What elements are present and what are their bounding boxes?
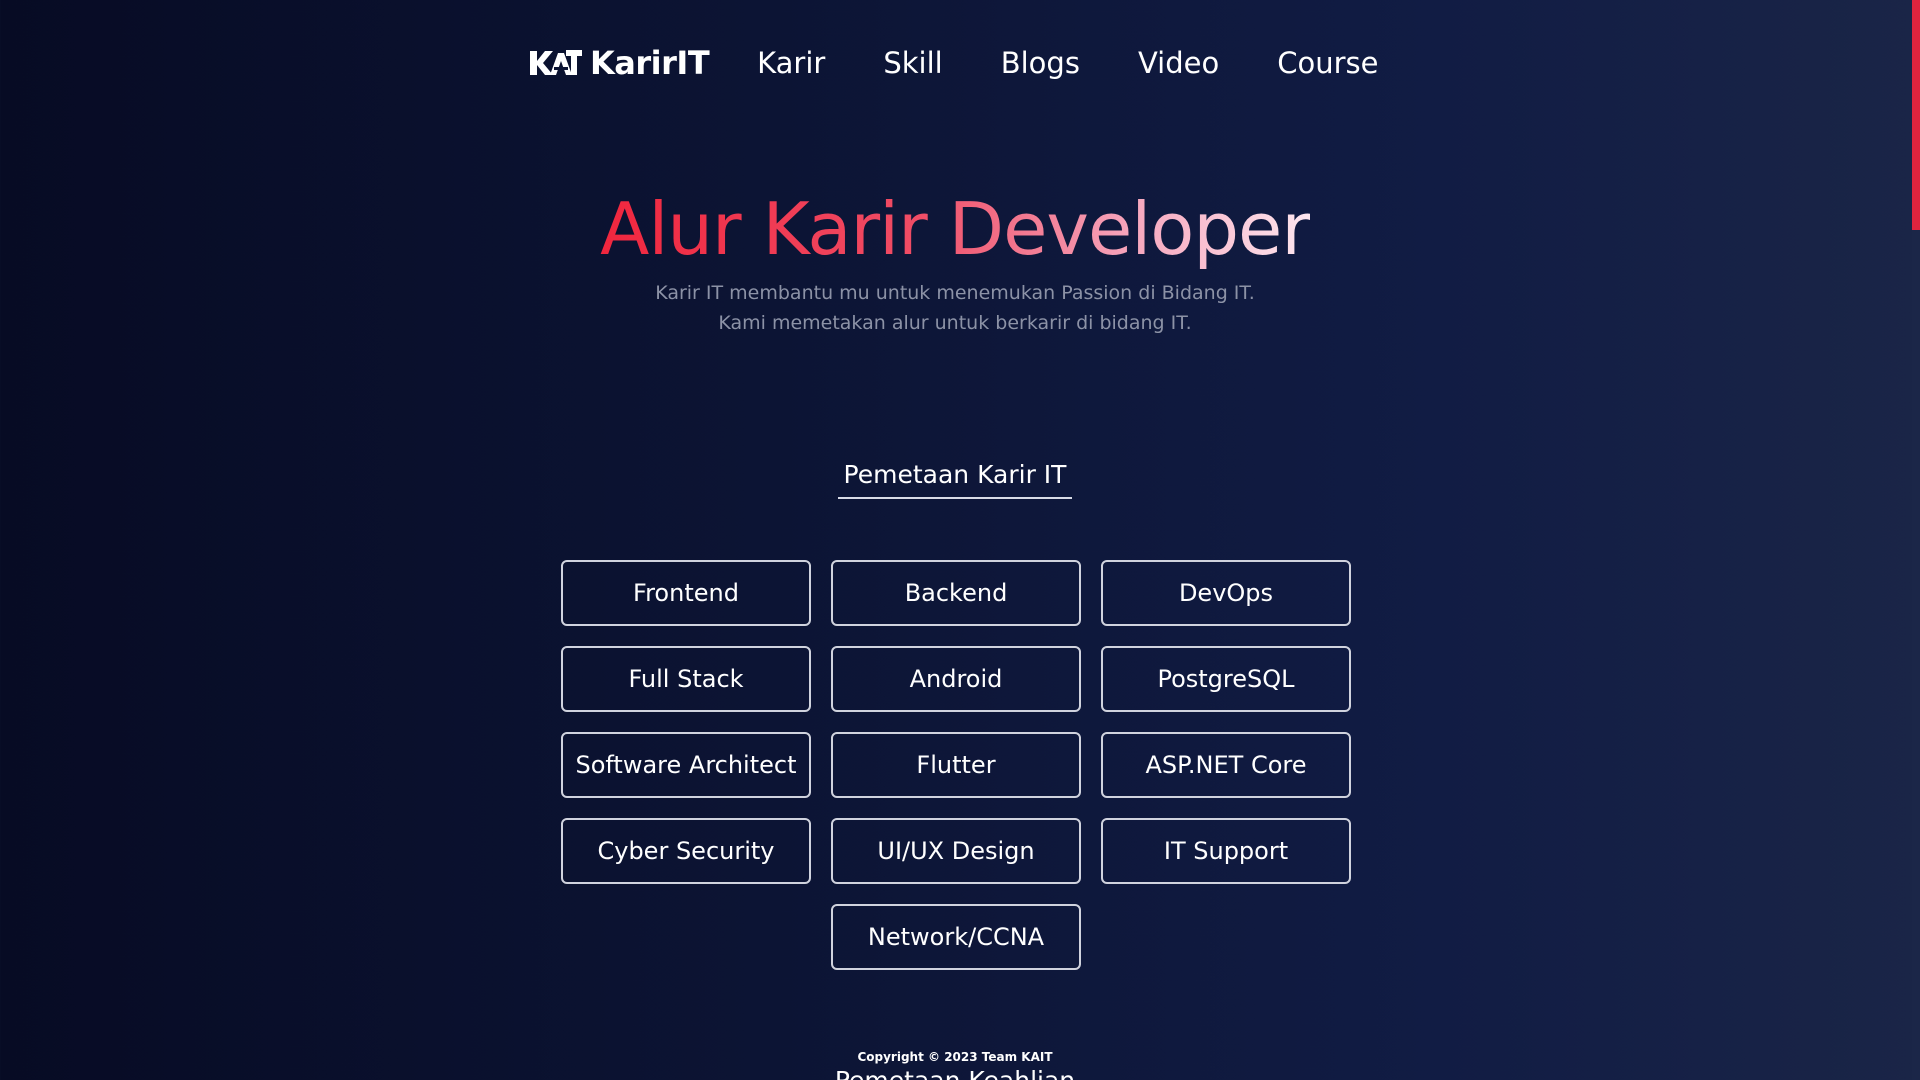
- career-button-full-stack[interactable]: Full Stack: [561, 646, 811, 712]
- hero-subtitle-line-1: Karir IT membantu mu untuk menemukan Pas…: [655, 282, 1255, 304]
- career-button-frontend[interactable]: Frontend: [561, 560, 811, 626]
- brand[interactable]: KarirIT: [528, 44, 710, 82]
- hero-subtitle-line-2: Kami memetakan alur untuk berkarir di bi…: [718, 312, 1192, 334]
- career-button-flutter[interactable]: Flutter: [831, 732, 1081, 798]
- career-button-network-ccna[interactable]: Network/CCNA: [831, 904, 1081, 970]
- career-button-backend[interactable]: Backend: [831, 560, 1081, 626]
- section-heading: Pemetaan Karir IT: [0, 460, 1910, 499]
- tab-pemetaan-karir[interactable]: Pemetaan Karir IT: [837, 460, 1073, 499]
- career-button-postgresql[interactable]: PostgreSQL: [1101, 646, 1351, 712]
- career-button-cyber-security[interactable]: Cyber Security: [561, 818, 811, 884]
- career-button-android[interactable]: Android: [831, 646, 1081, 712]
- career-button-software-architect[interactable]: Software Architect: [561, 732, 811, 798]
- navbar: KarirIT Karir Skill Blogs Video Course: [528, 40, 1436, 86]
- kait-logo-icon: [530, 50, 582, 75]
- nav-link-course[interactable]: Course: [1277, 46, 1378, 80]
- nav-link-karir[interactable]: Karir: [757, 46, 825, 80]
- career-grid: Frontend Backend DevOps Full Stack Andro…: [561, 560, 1351, 970]
- footer-copyright: Copyright © 2023 Team KAIT: [857, 1050, 1053, 1064]
- hero-subtitle: Karir IT membantu mu untuk menemukan Pas…: [0, 278, 1910, 338]
- next-section-heading: Pemetaan Keahlian: [0, 1066, 1910, 1080]
- nav-link-skill[interactable]: Skill: [883, 46, 942, 80]
- career-button-it-support[interactable]: IT Support: [1101, 818, 1351, 884]
- brand-name: KarirIT: [590, 44, 710, 82]
- hero-title-text: Alur Karir Developer: [600, 187, 1311, 271]
- nav-link-blogs[interactable]: Blogs: [1001, 46, 1080, 80]
- career-button-devops[interactable]: DevOps: [1101, 560, 1351, 626]
- career-button-ui-ux-design[interactable]: UI/UX Design: [831, 818, 1081, 884]
- nav-link-video[interactable]: Video: [1138, 46, 1219, 80]
- scrollbar-thumb[interactable]: [1912, 0, 1920, 230]
- career-button-aspnet-core[interactable]: ASP.NET Core: [1101, 732, 1351, 798]
- hero-title: Alur Karir Developer: [0, 188, 1910, 270]
